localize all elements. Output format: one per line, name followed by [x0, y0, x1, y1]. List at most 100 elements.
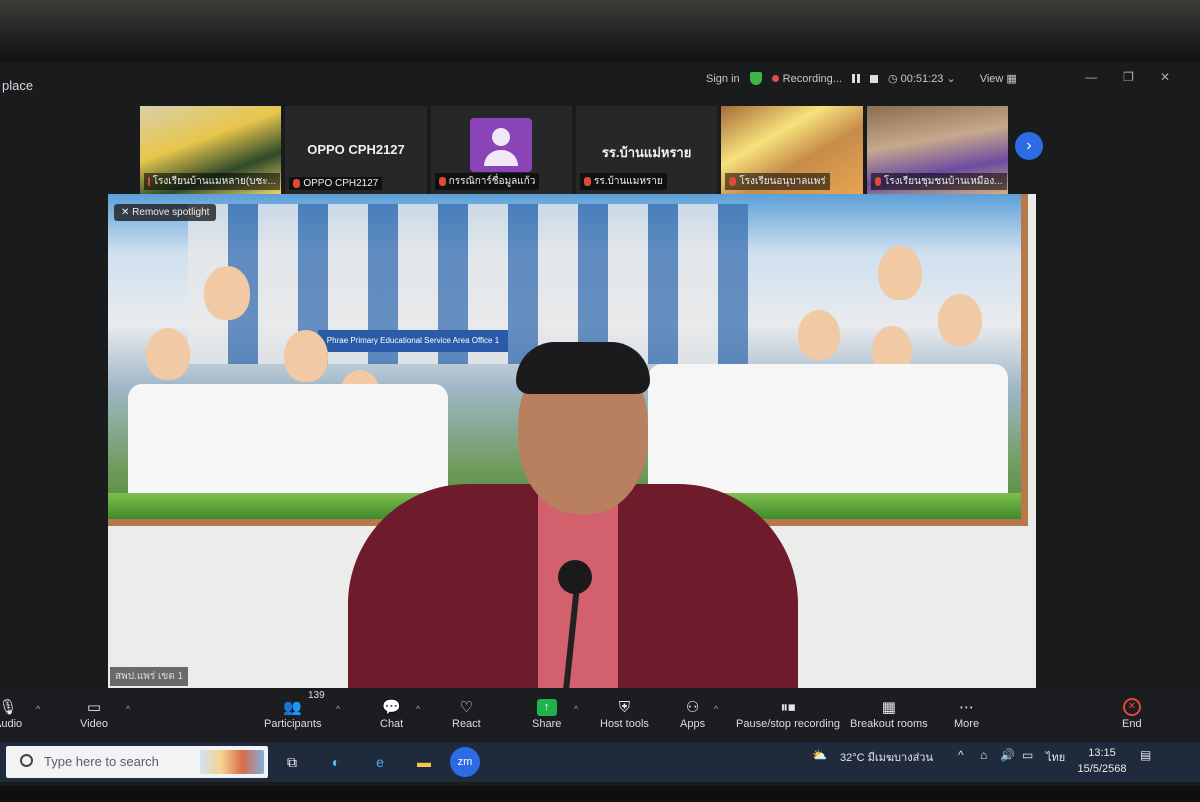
tray-overflow-chevron-icon[interactable]: ^: [958, 748, 964, 762]
participant-label: โรงเรียนชุมชนบ้านเหมือง...: [870, 173, 1007, 190]
participant-tile[interactable]: รร.บ้านแม่หราย รร.บ้านแมหราย: [575, 106, 718, 194]
participant-label: กรรณิการ์ชื่อมูลแก้ว: [434, 173, 540, 190]
participant-label: โรงเรียนบ้านแมหลาย(บชะ...: [144, 173, 280, 190]
participant-tile[interactable]: โรงเรียนบ้านแมหลาย(บชะ...: [140, 106, 282, 194]
remove-spotlight-button[interactable]: ✕ Remove spotlight: [114, 204, 217, 221]
participant-strip: โรงเรียนบ้านแมหลาย(บชะ... OPPO CPH2127 O…: [140, 106, 1008, 194]
participant-label: โรงเรียนอนุบาลแพร่: [725, 173, 830, 190]
task-view-icon[interactable]: ⧉: [276, 747, 308, 777]
participant-name: โรงเรียนบ้านแมหลาย(บชะ...: [152, 176, 276, 187]
file-explorer-icon[interactable]: ▬: [408, 747, 440, 777]
more-button[interactable]: ⋯ More: [954, 696, 979, 730]
end-button[interactable]: ✕ End: [1122, 696, 1142, 730]
more-dots-icon: ⋯: [959, 699, 975, 716]
muted-mic-icon: [438, 177, 446, 186]
heart-icon: ♡: [459, 699, 474, 716]
timer-value: 00:51:23: [900, 73, 944, 85]
speaker-hair: [516, 342, 650, 394]
taskbar-search-input[interactable]: Type here to search: [6, 746, 268, 778]
network-icon[interactable]: ⌂: [980, 748, 987, 762]
speaker-name-tag: สพป.แพร่ เขต 1: [110, 667, 189, 686]
participant-display-name: รร.บ้านแม่หราย: [601, 145, 692, 160]
participant-tile[interactable]: กรรณิการ์ชื่อมูลแก้ว: [430, 106, 572, 194]
muted-mic-icon: [293, 179, 301, 188]
video-button[interactable]: ▭ Video: [80, 696, 108, 730]
pause-stop-icon: ⏸⏹: [780, 698, 796, 716]
participant-tile[interactable]: โรงเรียนอนุบาลแพร่: [721, 106, 863, 194]
meeting-timer[interactable]: ◷ 00:51:23 ⌄: [888, 72, 956, 85]
record-dot-icon: [771, 74, 779, 82]
host-tools-button[interactable]: ⛨ Host tools: [600, 696, 649, 731]
language-indicator[interactable]: ไทย: [1046, 748, 1065, 766]
participants-label: Participants: [264, 718, 322, 730]
children-group-image: [128, 384, 448, 504]
participants-icon: 👥: [283, 699, 303, 716]
edge-browser-icon[interactable]: ◐: [320, 747, 352, 777]
video-label: Video: [80, 718, 108, 730]
end-call-icon: ✕: [1122, 698, 1141, 716]
window-controls: — ❐ ✕: [1085, 70, 1170, 84]
stop-recording-icon[interactable]: [869, 74, 878, 83]
shield-icon: ⛨: [618, 698, 631, 716]
view-button[interactable]: View ▦: [980, 72, 1017, 85]
video-options-chevron-icon[interactable]: ^: [126, 704, 130, 714]
clock-date: 15/5/2568: [1077, 763, 1127, 775]
minimize-icon[interactable]: —: [1085, 70, 1097, 84]
audio-label: Audio: [0, 718, 23, 730]
encryption-shield-icon[interactable]: [749, 72, 762, 85]
remove-spotlight-label: Remove spotlight: [132, 207, 210, 218]
apps-button[interactable]: ⚇ Apps: [680, 696, 705, 730]
weather-icon[interactable]: ⛅: [812, 748, 827, 762]
participant-name: โรงเรียนอนุบาลแพร่: [739, 176, 826, 187]
recording-indicator[interactable]: Recording...: [771, 73, 842, 85]
chat-button[interactable]: 💬 Chat: [380, 696, 403, 730]
app-title: place: [2, 78, 34, 93]
monitor-bezel-top: [0, 0, 1200, 62]
participant-name: กรรณิการ์ชื่อมูลแก้ว: [448, 176, 536, 187]
audio-options-chevron-icon[interactable]: ^: [36, 704, 40, 714]
react-label: React: [452, 718, 481, 730]
muted-mic-icon: [148, 177, 150, 186]
pause-stop-label: Pause/stop recording: [736, 718, 840, 730]
participant-tile[interactable]: OPPO CPH2127 OPPO CPH2127: [285, 106, 427, 194]
maximize-icon[interactable]: ❐: [1123, 70, 1134, 84]
participants-options-chevron-icon[interactable]: ^: [336, 704, 340, 714]
zoom-app-icon[interactable]: zm: [450, 747, 480, 777]
share-options-chevron-icon[interactable]: ^: [574, 704, 578, 714]
breakout-label: Breakout rooms: [850, 718, 928, 730]
child-image: [878, 246, 922, 300]
sign-in-link[interactable]: Sign in: [706, 73, 740, 85]
clock-time: 13:15: [1088, 747, 1116, 759]
next-participants-chevron-icon[interactable]: ›: [1015, 132, 1043, 160]
audio-button[interactable]: 🎙 Audio: [0, 696, 22, 730]
pause-recording-icon[interactable]: [851, 74, 860, 83]
chat-options-chevron-icon[interactable]: ^: [416, 704, 420, 714]
breakout-rooms-button[interactable]: ▦ Breakout rooms: [850, 696, 928, 730]
weather-text[interactable]: 32°C มีเมฆบางส่วน: [840, 748, 933, 766]
meeting-toolbar: 🎙 Audio ^ ▭ Video ^ 👥 Participants 139 ^ 💬 C…: [0, 690, 1200, 742]
title-bar: place Sign in Recording... ◷ 00:51:23 ⌄ …: [0, 62, 1200, 98]
participants-button[interactable]: 👥 Participants: [264, 696, 321, 730]
taskbar-clock[interactable]: 13:15 15/5/2568: [1074, 745, 1130, 777]
participant-tile[interactable]: โรงเรียนชุมชนบ้านเหมือง...: [866, 106, 1008, 194]
monitor-bezel-bottom: [0, 786, 1200, 802]
react-button[interactable]: ♡ React: [452, 696, 481, 730]
children-group-image: [648, 364, 1008, 494]
muted-mic-icon: [874, 177, 881, 186]
display-icon[interactable]: ▭: [1022, 748, 1033, 762]
microphone-icon: [558, 560, 592, 594]
internet-explorer-icon[interactable]: e: [364, 747, 396, 777]
breakout-rooms-icon: ▦: [881, 699, 896, 716]
volume-icon[interactable]: 🔊: [1000, 748, 1015, 762]
host-tools-label: Host tools: [600, 718, 649, 730]
notifications-icon[interactable]: ▤: [1140, 748, 1151, 762]
search-placeholder: Type here to search: [44, 754, 159, 769]
participant-display-name: OPPO CPH2127: [307, 142, 405, 157]
title-bar-right: Sign in Recording... ◷ 00:51:23 ⌄ View ▦: [706, 72, 1017, 85]
child-image: [204, 266, 250, 320]
apps-options-chevron-icon[interactable]: ^: [714, 704, 718, 714]
windows-taskbar: Type here to search ⧉ ◐ e ▬ zm ⛅ 32°C มี…: [0, 742, 1200, 782]
pause-stop-recording-button[interactable]: ⏸⏹ Pause/stop recording: [736, 696, 840, 731]
share-button[interactable]: ↑ Share: [532, 696, 561, 730]
close-icon[interactable]: ✕: [1160, 70, 1170, 84]
